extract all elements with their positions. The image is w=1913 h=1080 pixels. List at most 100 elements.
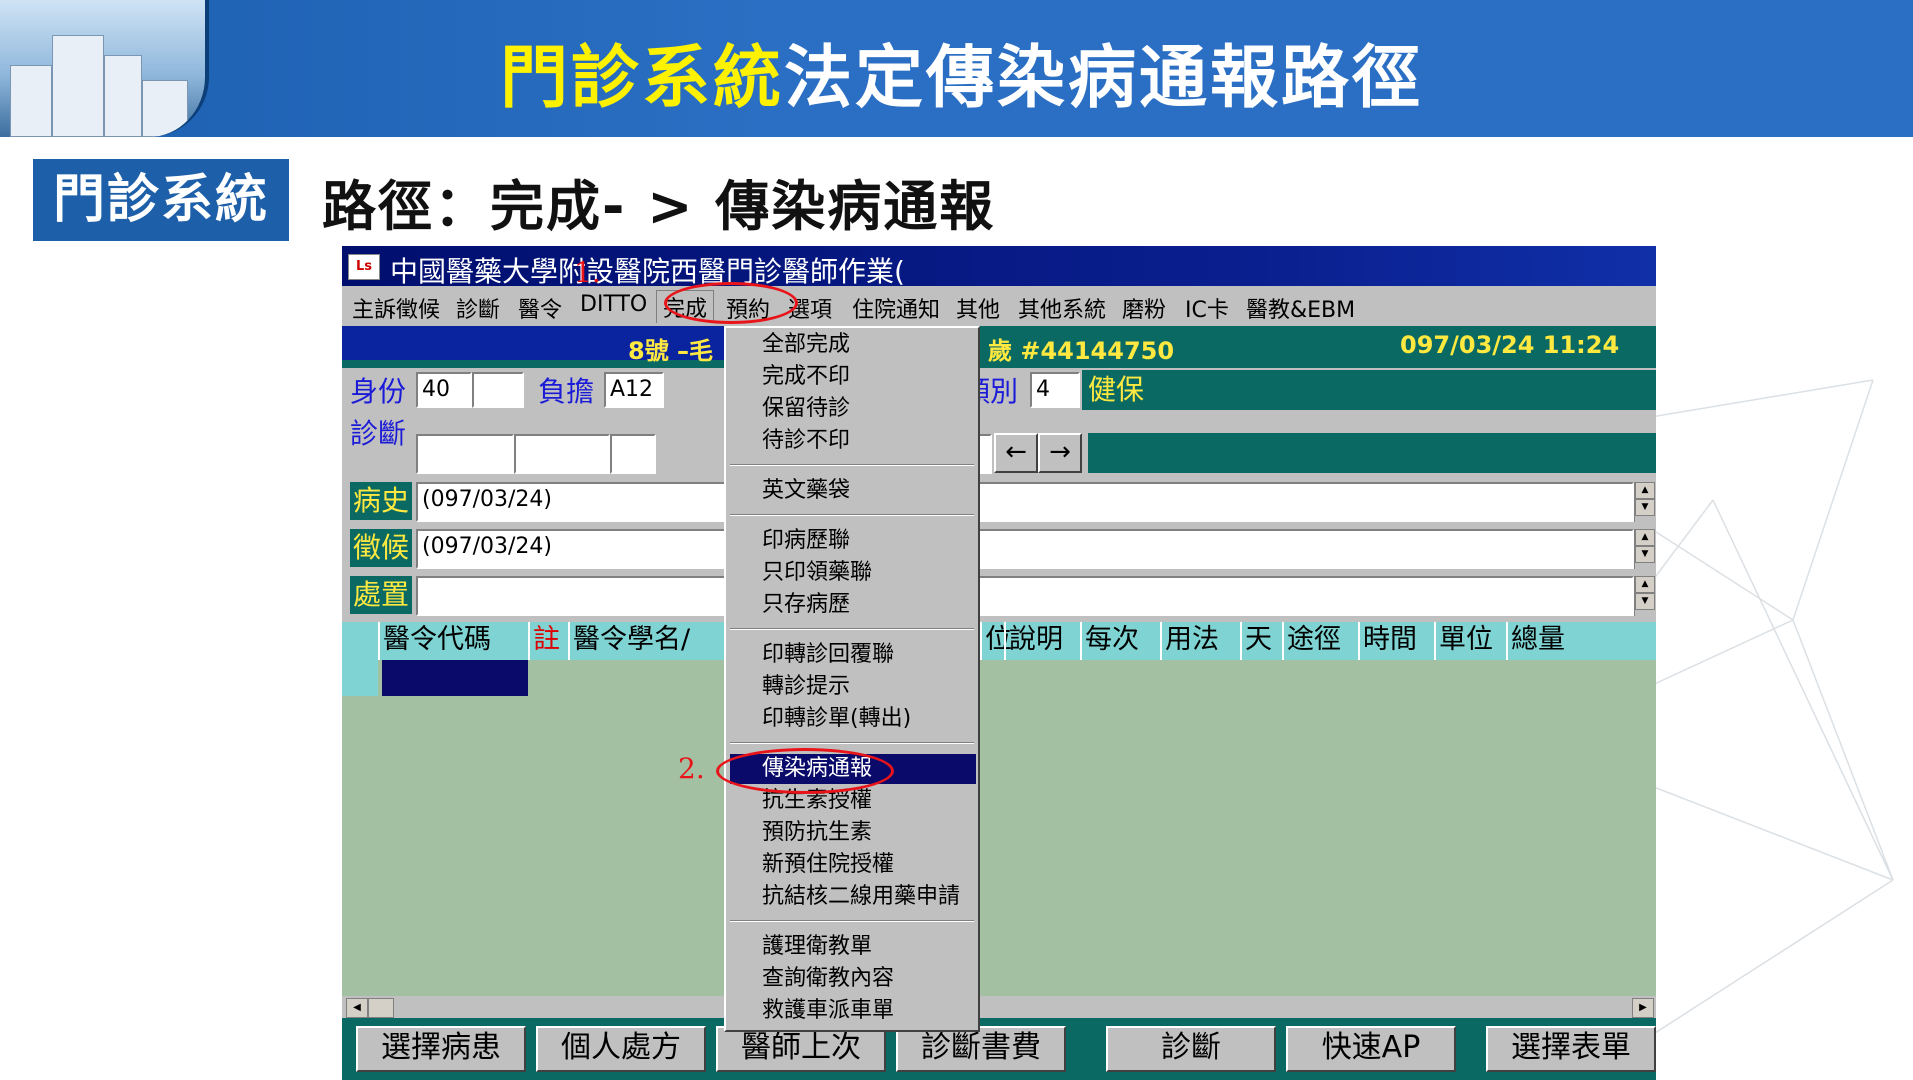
dd-complete-all[interactable]: 全部完成 xyxy=(726,330,978,360)
step2-highlight-oval xyxy=(716,748,894,794)
burden-field[interactable]: A12 xyxy=(604,372,664,408)
dd-query-education-content[interactable]: 查詢衛教內容 xyxy=(726,964,978,994)
arrow-right-button[interactable]: → xyxy=(1038,433,1082,473)
col-description: 說明 xyxy=(1004,622,1080,660)
dd-print-chart[interactable]: 印病歷聯 xyxy=(726,526,978,556)
diagnosis-label: 診斷 xyxy=(350,417,407,450)
personal-prescription-button[interactable]: 個人處方 xyxy=(536,1026,706,1072)
complete-dropdown-menu: 全部完成 完成不印 保留待診 待診不印 英文藥袋 印病歷聯 只印領藥聯 只存病歷… xyxy=(724,326,980,1032)
patient-number: 8號 –毛 xyxy=(628,337,714,365)
history-label: 病史 xyxy=(350,482,412,520)
diagnosis-button[interactable]: 診斷 xyxy=(1106,1026,1276,1072)
window-title: 中國醫藥大學附設醫院西醫門診醫師作業( xyxy=(390,255,905,288)
dd-print-pickup-slip[interactable]: 只印領藥聯 xyxy=(726,558,978,588)
diagnosis-description-bar xyxy=(1088,433,1656,473)
arrow-left-button[interactable]: ← xyxy=(994,433,1038,473)
menu-bar: 主訴徵候 診斷 醫令 DITTO 完成 預約 選項 住院通知 其他 其他系統 磨… xyxy=(342,286,1656,326)
col-total: 總量 xyxy=(1506,622,1656,660)
dd-save-chart-only[interactable]: 只存病歷 xyxy=(726,590,978,620)
identity-extra-field[interactable] xyxy=(472,372,524,408)
menu-chief-complaint[interactable]: 主訴徵候 xyxy=(352,292,440,324)
treatment-label: 處置 xyxy=(350,576,412,614)
hospital-building-photo xyxy=(0,0,209,137)
dd-print-referral-out[interactable]: 印轉診單(轉出) xyxy=(726,704,978,734)
col-days: 天 xyxy=(1240,622,1282,660)
diagnosis-field-3[interactable] xyxy=(610,434,656,474)
scroll-thumb[interactable] xyxy=(368,998,394,1018)
select-form-button[interactable]: 選擇表單 xyxy=(1486,1026,1656,1072)
system-tag: 門診系統 xyxy=(33,159,289,241)
menu-grinding[interactable]: 磨粉 xyxy=(1122,292,1166,324)
symptom-field[interactable]: (097/03/24) xyxy=(416,529,1634,569)
dd-separator xyxy=(730,742,974,744)
insurance-type: 健保 xyxy=(1082,370,1656,410)
symptom-scrollbar[interactable]: ▲ ▼ xyxy=(1634,529,1655,569)
col-usage: 用法 xyxy=(1160,622,1240,660)
diagnosis-field-1[interactable] xyxy=(416,434,514,474)
col-order-code: 醫令代碼 xyxy=(378,622,528,660)
diagnosis-field-2[interactable] xyxy=(514,434,610,474)
order-grid-row[interactable] xyxy=(342,660,1656,696)
patient-info-bar: 8號 –毛 歲 #44144750 097/03/24 11:24 xyxy=(342,326,1656,368)
dd-pending-no-print[interactable]: 待診不印 xyxy=(726,426,978,456)
order-grid-header: 醫令代碼 註 醫令學名/ 位 說明 每次 用法 天 途徑 時間 單位 總量 xyxy=(342,622,1656,660)
menu-ic-card[interactable]: IC卡 xyxy=(1185,292,1229,324)
app-window-screenshot: Ls 中國醫藥大學附設醫院西醫門診醫師作業( 主訴徵候 診斷 醫令 DITTO … xyxy=(342,246,1656,1080)
dd-referral-hint[interactable]: 轉診提示 xyxy=(726,672,978,702)
patient-record-number: 歲 #44144750 xyxy=(988,337,1175,365)
dd-separator xyxy=(730,628,974,630)
treatment-scrollbar[interactable]: ▲ ▼ xyxy=(1634,576,1655,616)
step1-highlight-oval xyxy=(664,282,798,324)
dd-tb-second-line-request[interactable]: 抗結核二線用藥申請 xyxy=(726,882,978,912)
scroll-right-icon[interactable]: ▶ xyxy=(1632,998,1654,1018)
certificate-fee-button[interactable]: 診斷書費 xyxy=(896,1026,1066,1072)
menu-admission[interactable]: 住院通知 xyxy=(852,292,940,324)
menu-order[interactable]: 醫令 xyxy=(518,292,562,324)
step2-annotation: 2. xyxy=(678,752,705,785)
burden-label: 負擔 xyxy=(538,375,595,408)
order-grid-body[interactable] xyxy=(342,696,1656,1042)
dd-nursing-education-sheet[interactable]: 護理衛教單 xyxy=(726,932,978,962)
scroll-left-icon[interactable]: ◀ xyxy=(346,998,368,1018)
history-field[interactable]: (097/03/24) xyxy=(416,482,1634,522)
dd-ambulance-dispatch[interactable]: 救護車派車單 xyxy=(726,996,978,1026)
dd-separator xyxy=(730,920,974,922)
menu-other[interactable]: 其他 xyxy=(956,292,1000,324)
treatment-field[interactable] xyxy=(416,576,1634,616)
category-field[interactable]: 4 xyxy=(1030,372,1080,408)
history-scrollbar[interactable]: ▲ ▼ xyxy=(1634,482,1655,522)
dd-english-drug-bag[interactable]: 英文藥袋 xyxy=(726,476,978,506)
dd-complete-no-print[interactable]: 完成不印 xyxy=(726,362,978,392)
step1-annotation: 1. xyxy=(574,256,601,289)
col-time: 時間 xyxy=(1358,622,1434,660)
dd-separator xyxy=(730,464,974,466)
horizontal-scrollbar[interactable]: ◀ ▶ xyxy=(342,996,1656,1018)
menu-ditto[interactable]: DITTO xyxy=(580,292,647,317)
col-unit: 單位 xyxy=(1434,622,1506,660)
dd-separator xyxy=(730,514,974,516)
select-patient-button[interactable]: 選擇病患 xyxy=(356,1026,526,1072)
row-cursor xyxy=(342,660,378,696)
dd-new-admission-authorization[interactable]: 新預住院授權 xyxy=(726,850,978,880)
menu-medical-education-ebm[interactable]: 醫教&EBM xyxy=(1246,292,1355,324)
selected-cell[interactable] xyxy=(382,660,528,696)
quick-ap-button[interactable]: 快速AP xyxy=(1286,1026,1456,1072)
col-note: 註 xyxy=(528,622,568,660)
slide-title-rest: 法定傳染病通報路徑 xyxy=(784,39,1424,118)
menu-other-systems[interactable]: 其他系統 xyxy=(1018,292,1106,324)
dd-hold-pending[interactable]: 保留待診 xyxy=(726,394,978,424)
dd-print-referral-reply[interactable]: 印轉診回覆聯 xyxy=(726,640,978,670)
symptom-label: 徵候 xyxy=(350,529,412,567)
window-titlebar: Ls 中國醫藥大學附設醫院西醫門診醫師作業( xyxy=(342,246,1656,288)
visit-datetime: 097/03/24 11:24 xyxy=(1400,331,1620,359)
col-generic-name: 醫令學名/ xyxy=(568,622,728,660)
identity-field[interactable]: 40 xyxy=(416,372,472,408)
col-unit-tail: 位 xyxy=(980,622,1012,660)
doctor-last-visit-button[interactable]: 醫師上次 xyxy=(716,1026,886,1072)
menu-diagnosis[interactable]: 診斷 xyxy=(456,292,500,324)
app-icon: Ls xyxy=(348,254,380,280)
menu-path-text: 路徑：完成- > 傳染病通報 xyxy=(322,175,996,238)
slide-title: 門診系統法定傳染病通報路徑 xyxy=(500,22,1423,121)
bottom-button-bar: 選擇病患 個人處方 醫師上次 診斷書費 診斷 快速AP 選擇表單 xyxy=(342,1018,1656,1080)
dd-preventive-antibiotic[interactable]: 預防抗生素 xyxy=(726,818,978,848)
